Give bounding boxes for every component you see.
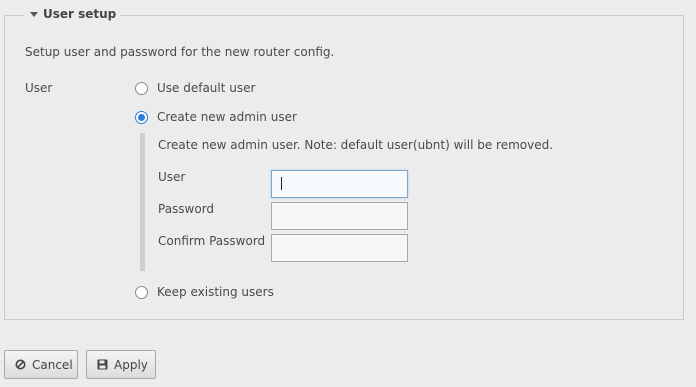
admin-password-input[interactable] bbox=[271, 202, 408, 230]
radio-keep-existing-users[interactable] bbox=[135, 285, 148, 299]
admin-password-label: Password bbox=[158, 202, 215, 216]
radio-use-default-user[interactable] bbox=[135, 81, 148, 95]
option-keep-existing-users[interactable]: Keep existing users bbox=[135, 285, 274, 299]
option-use-default-user[interactable]: Use default user bbox=[135, 81, 255, 95]
text-cursor bbox=[281, 177, 282, 190]
admin-confirm-password-label: Confirm Password bbox=[158, 234, 266, 248]
option-create-admin-user-label: Create new admin user bbox=[157, 110, 297, 124]
admin-user-label: User bbox=[158, 170, 186, 184]
radio-create-admin-user[interactable] bbox=[135, 110, 148, 124]
admin-user-input[interactable] bbox=[271, 170, 408, 198]
section-title: User setup bbox=[43, 7, 117, 21]
user-field-label: User bbox=[25, 81, 53, 95]
caret-down-icon bbox=[30, 12, 38, 17]
option-keep-existing-users-label: Keep existing users bbox=[157, 285, 274, 299]
apply-button-label: Apply bbox=[114, 357, 148, 372]
cancel-button-label: Cancel bbox=[32, 357, 73, 372]
user-setup-toggle[interactable]: User setup bbox=[24, 7, 121, 21]
cancel-button[interactable]: Cancel bbox=[4, 350, 78, 379]
apply-button[interactable]: Apply bbox=[86, 350, 156, 379]
floppy-disk-icon bbox=[97, 359, 108, 370]
create-admin-subpanel-bar bbox=[140, 133, 145, 271]
user-setup-fieldset bbox=[4, 15, 684, 320]
admin-confirm-password-input[interactable] bbox=[271, 234, 408, 262]
create-admin-note: Create new admin user. Note: default use… bbox=[158, 138, 554, 152]
section-description: Setup user and password for the new rout… bbox=[25, 45, 335, 59]
option-use-default-user-label: Use default user bbox=[157, 81, 256, 95]
ban-icon bbox=[15, 359, 26, 370]
option-create-admin-user[interactable]: Create new admin user bbox=[135, 110, 297, 124]
